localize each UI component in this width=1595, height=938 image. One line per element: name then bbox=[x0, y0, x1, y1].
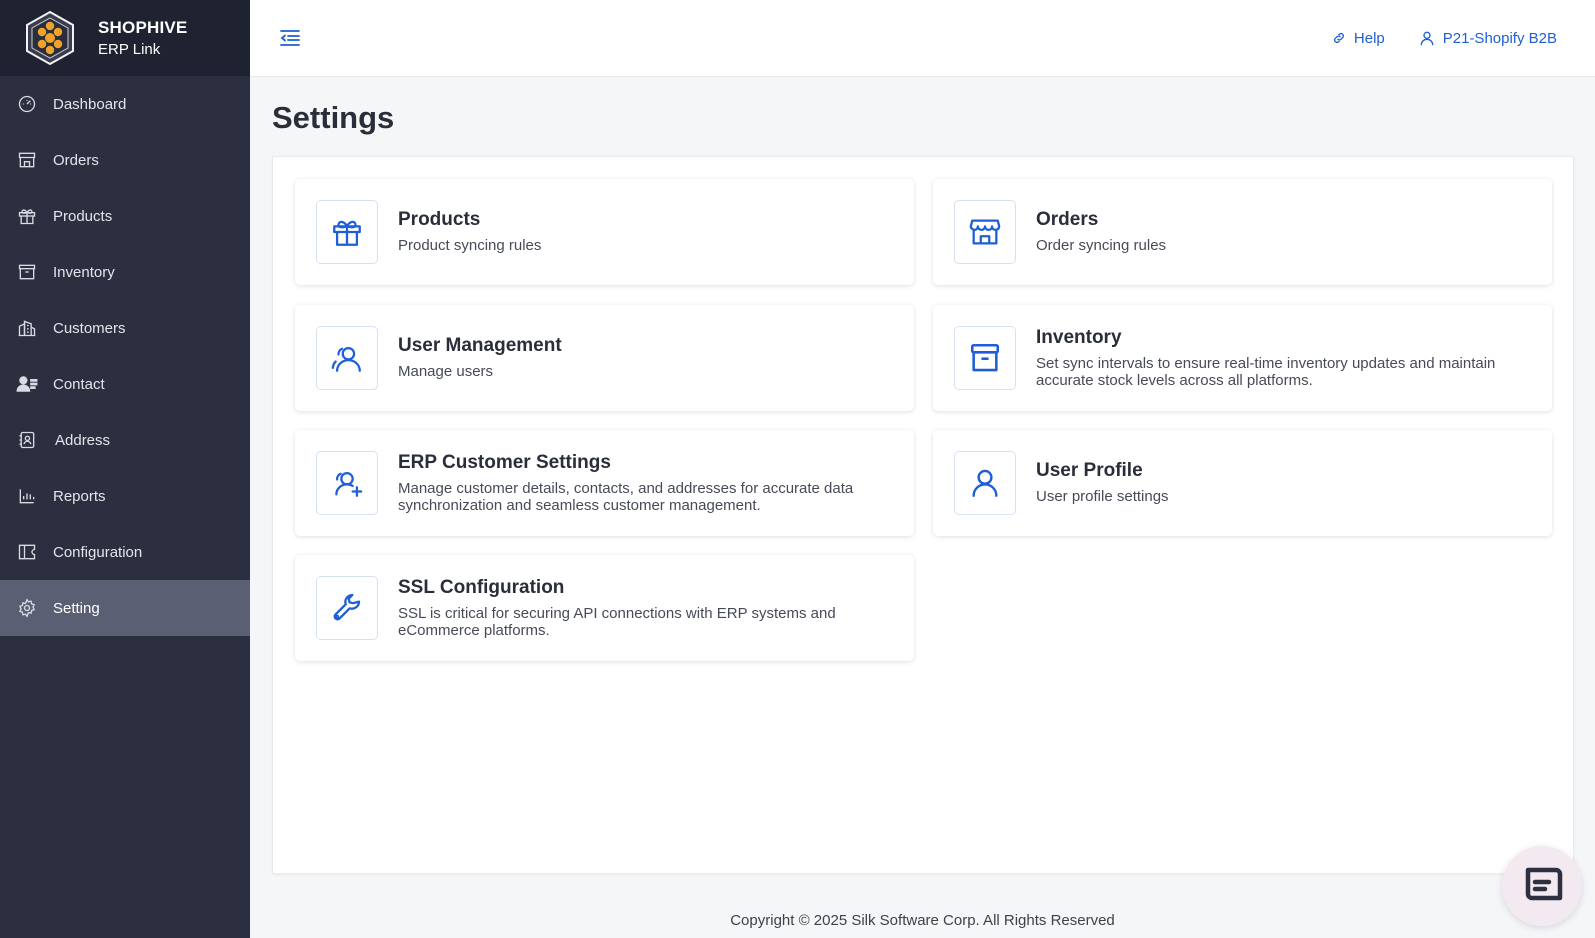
sidebar-item-label: Address bbox=[55, 431, 111, 449]
settings-card-ssl-configuration[interactable]: SSL Configuration SSL is critical for se… bbox=[295, 555, 914, 661]
sidebar-item-orders[interactable]: Orders bbox=[0, 132, 250, 188]
card-description: Set sync intervals to ensure real-time i… bbox=[1036, 354, 1496, 389]
store-icon bbox=[954, 200, 1016, 264]
user-plus-icon bbox=[316, 451, 378, 515]
card-description: SSL is critical for securing API connect… bbox=[398, 604, 836, 639]
settings-card-products[interactable]: Products Product syncing rules bbox=[295, 179, 914, 285]
help-label: Help bbox=[1353, 29, 1385, 47]
bar-chart-icon bbox=[16, 485, 38, 507]
sidebar-item-label: Orders bbox=[53, 151, 99, 169]
top-links: Help P21-Shopify B2B bbox=[1298, 30, 1557, 47]
gear-icon bbox=[16, 597, 38, 619]
settings-card-inventory[interactable]: Inventory Set sync intervals to ensure r… bbox=[933, 305, 1552, 411]
settings-card-erp-customer-settings[interactable]: ERP Customer Settings Manage customer de… bbox=[295, 430, 914, 536]
gift-icon bbox=[16, 205, 38, 227]
sidebar-item-setting[interactable]: Setting bbox=[0, 580, 250, 636]
settings-card-user-management[interactable]: User Management Manage users bbox=[295, 305, 914, 411]
sidebar-item-label: Inventory bbox=[53, 263, 115, 281]
gift-icon bbox=[316, 200, 378, 264]
archive-icon bbox=[954, 326, 1016, 390]
user-label: P21-Shopify B2B bbox=[1442, 29, 1557, 47]
sidebar-item-customers[interactable]: Customers bbox=[0, 300, 250, 356]
top-bar: Help P21-Shopify B2B bbox=[250, 0, 1595, 77]
help-link[interactable]: Help bbox=[1332, 30, 1385, 47]
user-icon bbox=[954, 451, 1016, 515]
store-icon bbox=[16, 149, 38, 171]
card-title: ERP Customer Settings bbox=[398, 451, 611, 473]
dashboard-icon bbox=[16, 93, 38, 115]
settings-panel: Products Product syncing rules Orders Or… bbox=[272, 156, 1574, 874]
buildings-icon bbox=[16, 317, 38, 339]
card-title: User Profile bbox=[1036, 460, 1143, 482]
sidebar-item-address[interactable]: Address bbox=[0, 412, 250, 468]
shophive-logo-icon bbox=[22, 10, 78, 66]
settings-card-user-profile[interactable]: User Profile User profile settings bbox=[933, 430, 1552, 536]
menu-toggle-icon[interactable] bbox=[278, 26, 302, 50]
sidebar-item-label: Customers bbox=[53, 319, 126, 337]
sidebar-item-label: Reports bbox=[53, 487, 106, 505]
card-title: User Management bbox=[398, 335, 562, 357]
sidebar-item-configuration[interactable]: Configuration bbox=[0, 524, 250, 580]
archive-icon bbox=[16, 261, 38, 283]
settings-card-orders[interactable]: Orders Order syncing rules bbox=[933, 179, 1552, 285]
sidebar-item-products[interactable]: Products bbox=[0, 188, 250, 244]
contacts-icon bbox=[16, 373, 38, 395]
card-title: Products bbox=[398, 209, 481, 231]
footer: Copyright © 2025 Silk Software Corp. All… bbox=[730, 912, 1115, 929]
brand[interactable]: SHOPHIVE ERP Link bbox=[0, 0, 250, 76]
page-title: Settings bbox=[272, 100, 395, 135]
sidebar-item-reports[interactable]: Reports bbox=[0, 468, 250, 524]
sidebar-item-label: Contact bbox=[53, 375, 105, 393]
sidebar-item-label: Configuration bbox=[53, 543, 143, 561]
user-icon bbox=[1419, 30, 1435, 46]
sidebar-nav: Dashboard Orders Products Inventory Cust… bbox=[0, 76, 250, 636]
wrench-icon bbox=[316, 576, 378, 640]
sidebar-item-contact[interactable]: Contact bbox=[0, 356, 250, 412]
chat-icon bbox=[1518, 860, 1566, 913]
card-title: SSL Configuration bbox=[398, 576, 565, 598]
card-description: Manage users bbox=[398, 363, 494, 381]
ticket-icon bbox=[16, 541, 38, 563]
sidebar-item-label: Products bbox=[53, 207, 113, 225]
card-description: User profile settings bbox=[1036, 488, 1169, 506]
card-description: Product syncing rules bbox=[398, 237, 542, 255]
chat-button[interactable] bbox=[1502, 846, 1582, 926]
brand-subtitle: ERP Link bbox=[98, 40, 161, 58]
link-icon bbox=[1332, 31, 1346, 45]
users-icon bbox=[316, 326, 378, 390]
sidebar-item-dashboard[interactable]: Dashboard bbox=[0, 76, 250, 132]
sidebar: SHOPHIVE ERP Link Dashboard Orders Produ… bbox=[0, 0, 250, 938]
sidebar-item-inventory[interactable]: Inventory bbox=[0, 244, 250, 300]
card-title: Orders bbox=[1036, 209, 1099, 231]
card-description: Order syncing rules bbox=[1036, 237, 1167, 255]
card-description: Manage customer details, contacts, and a… bbox=[398, 479, 854, 514]
address-book-icon bbox=[16, 429, 38, 451]
sidebar-item-label: Setting bbox=[53, 599, 100, 617]
user-menu[interactable]: P21-Shopify B2B bbox=[1419, 30, 1557, 47]
sidebar-item-label: Dashboard bbox=[53, 95, 127, 113]
card-title: Inventory bbox=[1036, 326, 1122, 348]
brand-title: SHOPHIVE bbox=[98, 17, 188, 37]
